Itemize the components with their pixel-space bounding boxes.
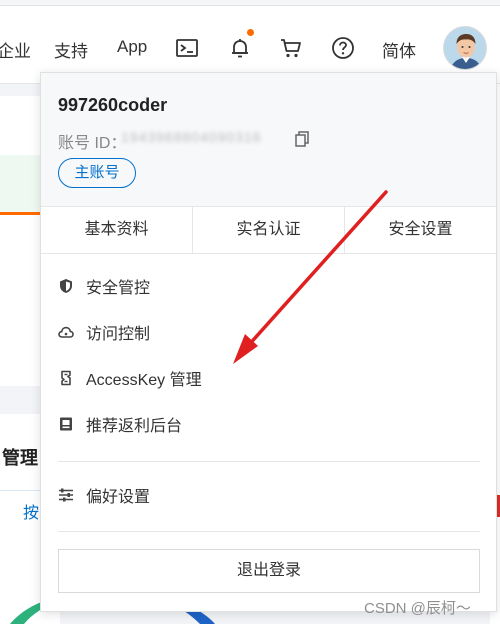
- tab-security-settings[interactable]: 安全设置: [345, 207, 496, 253]
- logout-divider: [58, 531, 480, 532]
- account-tabs: 基本资料 实名认证 安全设置: [41, 206, 496, 254]
- background-tab[interactable]: 按: [23, 499, 39, 523]
- account-username: 997260coder: [58, 95, 168, 115]
- menu-item-label: 偏好设置: [86, 489, 151, 506]
- tab-basic-info[interactable]: 基本资料: [41, 207, 193, 253]
- language-switch[interactable]: 简体: [382, 37, 416, 62]
- menu-item-label: 推荐返利后台: [86, 418, 183, 435]
- watermark: CSDN @辰柯～: [364, 600, 471, 617]
- copy-icon[interactable]: [295, 131, 309, 147]
- notification-dot: [247, 29, 254, 36]
- nav-item-support[interactable]: 支持: [54, 37, 88, 62]
- nav-item-app[interactable]: App: [117, 37, 147, 57]
- account-dropdown: 997260coder 账号 ID： 1943968804090316 主账号 …: [40, 72, 497, 612]
- nav-item-enterprise[interactable]: 企业: [0, 37, 31, 62]
- menu-item-security-control[interactable]: 安全管控: [58, 273, 150, 299]
- cloud-icon: [58, 326, 74, 338]
- tab-real-name[interactable]: 实名认证: [193, 207, 345, 253]
- account-header: 997260coder 账号 ID： 1943968804090316 主账号: [41, 73, 496, 206]
- logout-button[interactable]: 退出登录: [58, 549, 480, 593]
- avatar-illustration: [444, 27, 486, 69]
- terminal-icon[interactable]: [175, 36, 199, 60]
- background-heading: 管理: [2, 448, 38, 468]
- bell-icon[interactable]: [228, 36, 252, 60]
- browser-edge: [0, 0, 500, 6]
- question-icon[interactable]: [331, 36, 355, 60]
- menu-item-label: 访问控制: [86, 326, 151, 343]
- menu-item-preferences[interactable]: 偏好设置: [58, 482, 150, 508]
- background-accent-line: [0, 212, 40, 215]
- main-account-badge: 主账号: [58, 158, 136, 188]
- menu-divider: [58, 461, 480, 462]
- rebate-icon: [60, 417, 72, 431]
- sliders-icon: [59, 488, 73, 502]
- menu-item-rebate[interactable]: 推荐返利后台: [58, 411, 182, 437]
- account-id-value: 1943968804090316: [121, 129, 262, 145]
- menu-item-label: AccessKey 管理: [86, 372, 202, 389]
- menu-item-access-control[interactable]: 访问控制: [58, 319, 150, 345]
- avatar[interactable]: [443, 26, 487, 70]
- menu-item-accesskey[interactable]: AccessKey 管理: [58, 365, 202, 391]
- key-icon: [61, 370, 71, 386]
- shield-icon: [60, 279, 72, 293]
- account-id-label: 账号 ID：: [58, 135, 127, 152]
- menu-item-label: 安全管控: [86, 280, 151, 297]
- cart-icon[interactable]: [279, 36, 303, 60]
